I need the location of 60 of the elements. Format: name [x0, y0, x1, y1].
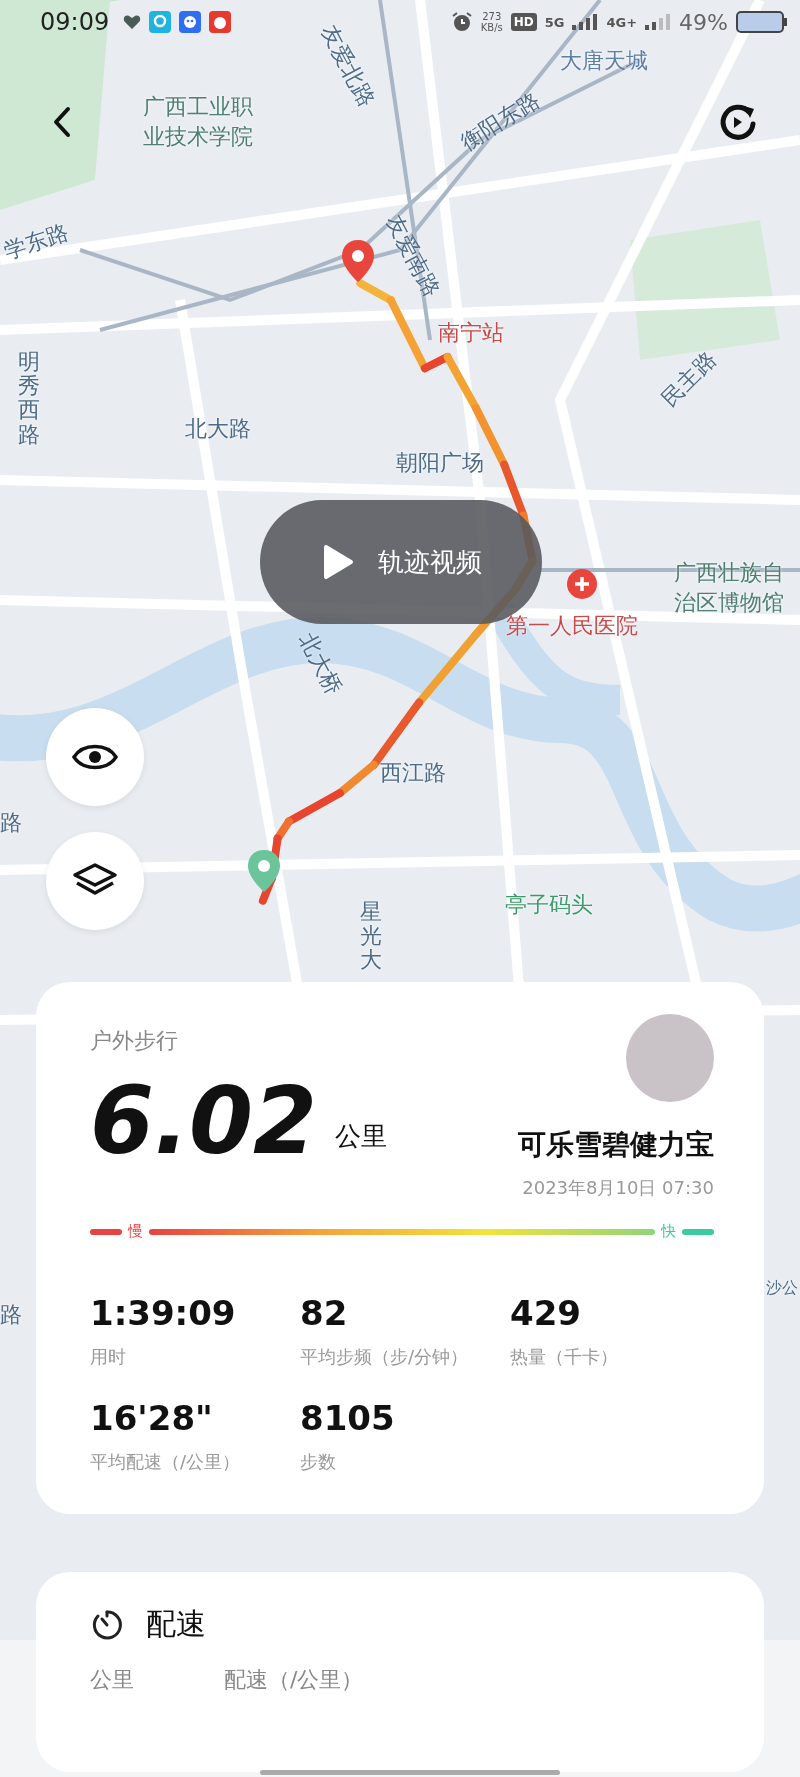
section-title: 配速: [146, 1605, 206, 1643]
alarm-icon: [450, 11, 473, 33]
map-label: 亭子码头: [505, 891, 593, 919]
fast-segment: [682, 1228, 714, 1235]
end-pin-icon: [246, 848, 282, 894]
clock-time: 09:09: [40, 8, 110, 36]
stat-value: 1:39:09: [90, 1293, 237, 1333]
activity-datetime: 2023年8月10日 07:30: [522, 1176, 714, 1200]
user-name: 可乐雪碧健力宝: [518, 1127, 714, 1163]
stat-label: 用时: [90, 1345, 127, 1369]
battery-icon: [736, 11, 788, 33]
map-label: 友爱北路: [315, 20, 381, 112]
stat-value: 429: [510, 1293, 582, 1333]
map-label: 北大桥: [293, 628, 349, 701]
map-label: 广西工业职业技术学院: [143, 93, 254, 151]
map-label: 学东路: [0, 218, 73, 266]
map-label: 北大路: [185, 415, 251, 443]
stat-label: 平均配速（/公里）: [90, 1450, 242, 1474]
map-label: 沙公: [766, 1278, 798, 1299]
map-label: 西江路: [380, 759, 446, 787]
hospital-icon: [566, 568, 598, 600]
stat-value: 82: [300, 1293, 349, 1333]
map-label: 朝阳广场: [396, 449, 484, 477]
map-label: 明秀西路: [18, 350, 40, 447]
fast-label: 快: [661, 1222, 676, 1241]
map-label: 民主路: [655, 345, 722, 414]
map-label: 衡阳东路: [455, 86, 545, 157]
network-type: 5G: [544, 14, 565, 30]
distance-unit: 公里: [335, 1120, 387, 1153]
app-icon: [179, 11, 202, 33]
stopwatch-icon: [90, 1607, 124, 1642]
column-header: 公里: [90, 1666, 134, 1694]
signal-icon: [645, 14, 672, 30]
stat-label: 热量（千卡）: [510, 1345, 619, 1369]
map-label: 广西壮族自治区博物馆: [674, 559, 785, 617]
distance-value: 6.02: [90, 1076, 317, 1168]
stat-label: 平均步频（步/分钟）: [300, 1345, 470, 1369]
app-icon: [209, 11, 232, 33]
map-label: 友爱南路: [380, 210, 446, 302]
activity-type: 户外步行: [90, 1027, 179, 1055]
network-speed: 273: [482, 11, 502, 22]
hd-badge: HD: [510, 13, 537, 31]
map-label: 路: [0, 1301, 22, 1329]
slow-label: 慢: [128, 1222, 143, 1241]
column-header: 配速（/公里）: [224, 1666, 364, 1694]
network-type: 4G+: [606, 14, 638, 30]
slow-segment: [90, 1228, 122, 1235]
start-pin-icon: [340, 238, 376, 284]
heart-icon: [123, 14, 142, 30]
signal-icon: [572, 14, 599, 30]
map-label: 星光大: [360, 900, 382, 973]
network-speed-unit: KB/s: [480, 22, 503, 33]
app-icon: [149, 11, 172, 33]
battery-percent: 49%: [679, 9, 728, 35]
stat-label: 步数: [300, 1450, 337, 1474]
stat-value: 16'28": [90, 1398, 214, 1439]
stat-value: 8105: [300, 1398, 396, 1439]
map-label: 路: [0, 809, 22, 837]
map-label: 南宁站: [438, 319, 504, 347]
map-label: 大唐天城: [560, 47, 648, 75]
